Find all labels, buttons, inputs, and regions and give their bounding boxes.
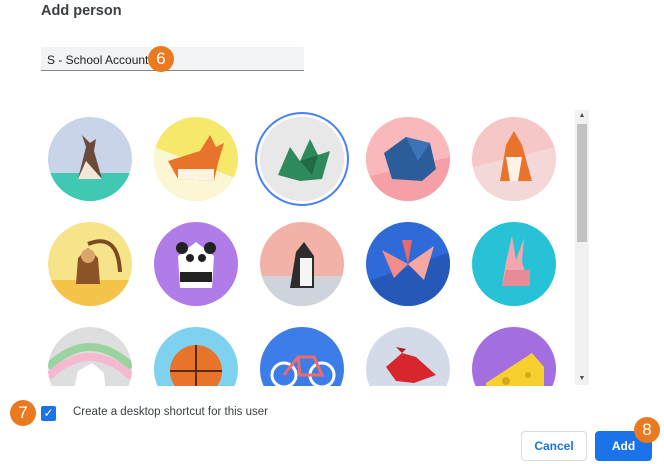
bicycle-avatar[interactable] <box>260 327 344 386</box>
avatar-scrollbar[interactable]: ▲ ▼ <box>575 110 589 385</box>
cheese-avatar[interactable] <box>472 327 556 386</box>
desktop-shortcut-checkbox[interactable]: ✓ <box>41 406 56 421</box>
cancel-button[interactable]: Cancel <box>521 431 587 461</box>
callout-badge-8: 8 <box>634 417 660 443</box>
unicorn-avatar[interactable] <box>48 327 132 386</box>
rabbit-avatar[interactable] <box>472 222 556 306</box>
avatar-grid <box>44 110 564 386</box>
fox-avatar[interactable] <box>472 117 556 201</box>
callout-badge-7: 7 <box>10 400 36 426</box>
bird-avatar[interactable] <box>366 327 450 386</box>
basketball-avatar[interactable] <box>154 327 238 386</box>
dialog-title: Add person <box>41 3 122 19</box>
panda-avatar[interactable] <box>154 222 238 306</box>
scroll-thumb[interactable] <box>577 124 587 242</box>
checkmark-icon: ✓ <box>43 406 54 420</box>
callout-badge-6: 6 <box>148 46 174 72</box>
monkey-avatar[interactable] <box>48 222 132 306</box>
name-input-value: S - School Account <box>47 53 149 67</box>
dragon-avatar[interactable] <box>260 117 344 201</box>
desktop-shortcut-label: Create a desktop shortcut for this user <box>73 406 268 418</box>
scroll-down-arrow-icon[interactable]: ▼ <box>575 373 589 385</box>
penguin-avatar[interactable] <box>260 222 344 306</box>
elephant-avatar[interactable] <box>366 117 450 201</box>
cat-avatar[interactable] <box>48 117 132 201</box>
butterfly-avatar[interactable] <box>366 222 450 306</box>
scroll-up-arrow-icon[interactable]: ▲ <box>575 110 589 122</box>
corgi-avatar[interactable] <box>154 117 238 201</box>
